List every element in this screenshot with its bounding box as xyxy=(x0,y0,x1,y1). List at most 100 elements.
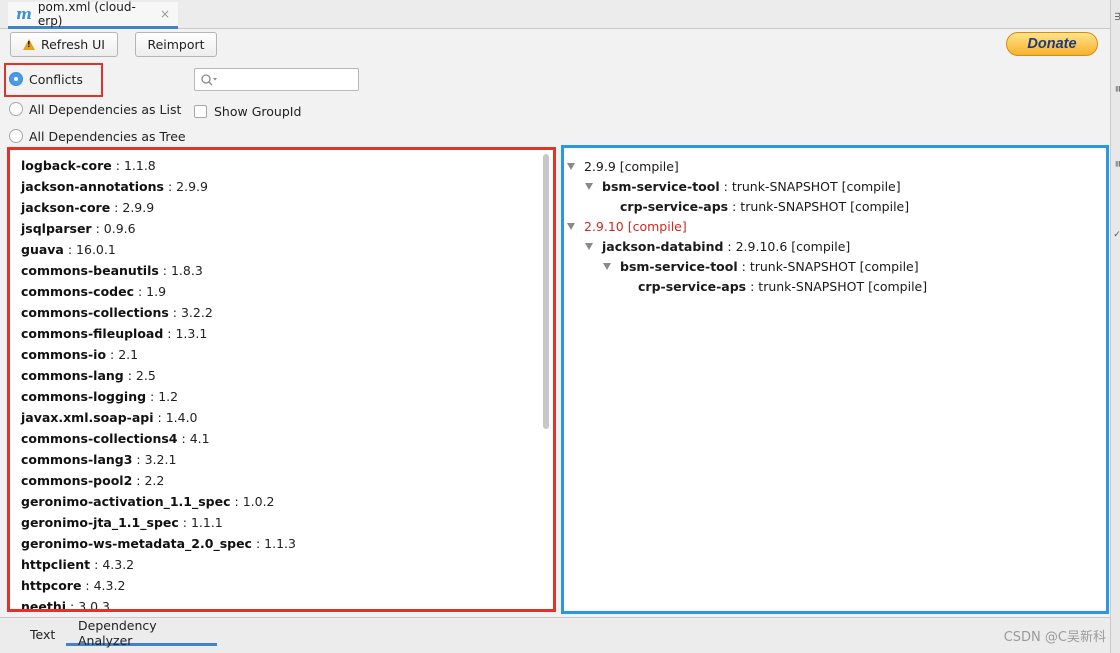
separator: : xyxy=(230,494,243,509)
dependency-name: geronimo-activation_1.1_spec xyxy=(21,494,231,509)
list-item[interactable]: jackson-annotations : 2.9.9 xyxy=(21,176,539,197)
dependency-version: 1.2 xyxy=(158,389,179,404)
dependency-version: 1.1.1 xyxy=(190,515,223,530)
tab-dependency-analyzer[interactable]: Dependency Analyzer xyxy=(66,618,217,648)
separator: : xyxy=(81,578,94,593)
separator: : xyxy=(106,347,119,362)
expand-arrow-icon[interactable] xyxy=(603,262,611,270)
dependency-version: 2.9.9 xyxy=(122,200,155,215)
list-item[interactable]: jsqlparser : 0.9.6 xyxy=(21,218,539,239)
tree-node-text: 2.9.10 [compile] xyxy=(584,218,687,234)
conflicts-list: logback-core : 1.1.8 jackson-annotations … xyxy=(21,155,539,609)
separator: : xyxy=(146,389,159,404)
tree-node[interactable]: bsm-service-tool : trunk-SNAPSHOT [compi… xyxy=(585,176,901,196)
list-item[interactable]: commons-collections4 : 4.1 xyxy=(21,428,539,449)
radio-all-dependencies-tree[interactable]: All Dependencies as Tree xyxy=(9,126,186,146)
separator: : xyxy=(91,221,104,236)
dependency-name: commons-fileupload xyxy=(21,326,164,341)
separator: : xyxy=(177,431,190,446)
tree-node-artifact: bsm-service-tool xyxy=(602,178,720,194)
separator: : xyxy=(123,368,136,383)
dependency-version: 2.9.9 xyxy=(176,179,208,194)
radio-all-dependencies-list[interactable]: All Dependencies as List xyxy=(9,99,181,119)
separator: : xyxy=(110,200,123,215)
dependency-name: logback-core xyxy=(21,158,112,173)
separator: : xyxy=(111,158,124,173)
tree-node[interactable]: bsm-service-tool : trunk-SNAPSHOT [compi… xyxy=(603,256,919,276)
tree-node[interactable]: crp-service-aps : trunk-SNAPSHOT [compil… xyxy=(621,276,927,296)
dependency-name: geronimo-jta_1.1_spec xyxy=(21,515,179,530)
separator: : xyxy=(90,557,103,572)
expand-arrow-icon[interactable] xyxy=(567,162,575,170)
list-item[interactable]: geronimo-activation_1.1_spec : 1.0.2 xyxy=(21,491,539,512)
radio-tree-button[interactable] xyxy=(9,129,23,143)
bean-validation-tool-icon[interactable]: ✓ xyxy=(1112,230,1120,240)
tab-title: pom.xml (cloud-erp) xyxy=(37,0,136,28)
tab-text-label: Text xyxy=(30,626,56,642)
database-tool-icon[interactable]: ≡ xyxy=(1112,85,1120,93)
tree-node[interactable]: 2.9.10 [compile] xyxy=(567,216,687,236)
list-scrollbar-thumb[interactable] xyxy=(543,154,549,429)
ant-tool-icon[interactable]: ≡ xyxy=(1112,160,1120,168)
list-item[interactable]: commons-collections : 3.2.2 xyxy=(21,302,539,323)
radio-list-button[interactable] xyxy=(9,102,23,116)
separator: : xyxy=(168,305,181,320)
expand-arrow-icon[interactable] xyxy=(585,182,593,190)
radio-conflicts[interactable]: Conflicts xyxy=(9,69,83,89)
separator: : xyxy=(134,284,147,299)
list-item[interactable]: commons-fileupload : 1.3.1 xyxy=(21,323,539,344)
dependency-version: 4.3.2 xyxy=(102,557,135,572)
list-item[interactable]: httpclient : 4.3.2 xyxy=(21,554,539,575)
separator: : xyxy=(178,515,191,530)
expand-arrow-icon[interactable] xyxy=(585,242,593,250)
show-groupid-checkbox[interactable] xyxy=(194,104,207,118)
list-item[interactable]: logback-core : 1.1.8 xyxy=(21,155,539,176)
list-item[interactable]: javax.xml.soap-api : 1.4.0 xyxy=(21,407,539,428)
list-item[interactable]: httpcore : 4.3.2 xyxy=(21,575,539,596)
donate-button[interactable]: Donate xyxy=(1006,32,1098,56)
dependency-version: 4.3.2 xyxy=(93,578,126,593)
tree-node-text: trunk-SNAPSHOT [compile] xyxy=(749,258,919,274)
list-item[interactable]: neethi : 3.0.3 xyxy=(21,596,539,609)
list-item[interactable]: commons-pool2 : 2.2 xyxy=(21,470,539,491)
search-input[interactable] xyxy=(194,68,359,91)
radio-conflicts-button[interactable] xyxy=(9,72,23,86)
list-item[interactable]: jackson-core : 2.9.9 xyxy=(21,197,539,218)
maven-tool-icon[interactable]: m xyxy=(1112,12,1120,21)
dependency-version: 1.1.8 xyxy=(123,158,156,173)
separator: : xyxy=(63,242,77,257)
watermark: CSDN @C吴新科 xyxy=(1003,630,1106,645)
dependency-name: jackson-core xyxy=(21,200,111,215)
dependency-name: commons-io xyxy=(21,347,107,362)
show-groupid-toggle[interactable]: Show GroupId xyxy=(194,101,301,121)
list-item[interactable]: commons-logging : 1.2 xyxy=(21,386,539,407)
list-item[interactable]: commons-codec : 1.9 xyxy=(21,281,539,302)
maven-m-icon: m xyxy=(16,5,32,23)
refresh-ui-label: Refresh UI xyxy=(40,37,105,52)
list-item[interactable]: geronimo-ws-metadata_2.0_spec : 1.1.3 xyxy=(21,533,539,554)
dependency-name: commons-beanutils xyxy=(21,263,159,278)
conflicts-list-panel: logback-core : 1.1.8 jackson-annotations … xyxy=(7,147,556,612)
list-item[interactable]: commons-io : 2.1 xyxy=(21,344,539,365)
dependency-version: 1.3.1 xyxy=(175,326,208,341)
separator: : xyxy=(723,238,736,254)
list-scrollbar[interactable] xyxy=(543,150,551,609)
tree-node[interactable]: 2.9.9 [compile] xyxy=(567,156,679,176)
tab-text[interactable]: Text xyxy=(18,622,67,646)
tree-node-text: trunk-SNAPSHOT [compile] xyxy=(731,178,901,194)
separator: : xyxy=(158,263,171,278)
expand-arrow-icon[interactable] xyxy=(567,222,575,230)
close-icon[interactable]: × xyxy=(160,7,170,21)
list-item[interactable]: guava : 16.0.1 xyxy=(21,239,539,260)
list-item[interactable]: geronimo-jta_1.1_spec : 1.1.1 xyxy=(21,512,539,533)
refresh-ui-button[interactable]: Refresh UI xyxy=(10,32,118,57)
list-item[interactable]: commons-lang : 2.5 xyxy=(21,365,539,386)
reimport-button[interactable]: Reimport xyxy=(135,32,217,57)
list-item[interactable]: commons-lang3 : 3.2.1 xyxy=(21,449,539,470)
tree-node[interactable]: jackson-databind : 2.9.10.6 [compile] xyxy=(585,236,850,256)
separator: : xyxy=(163,326,176,341)
list-item[interactable]: commons-beanutils : 1.8.3 xyxy=(21,260,539,281)
tab-dependency-analyzer-label: Dependency Analyzer xyxy=(78,617,157,648)
tab-pom-xml[interactable]: m pom.xml (cloud-erp) × xyxy=(8,0,178,29)
tree-node[interactable]: crp-service-aps : trunk-SNAPSHOT [compil… xyxy=(603,196,909,216)
